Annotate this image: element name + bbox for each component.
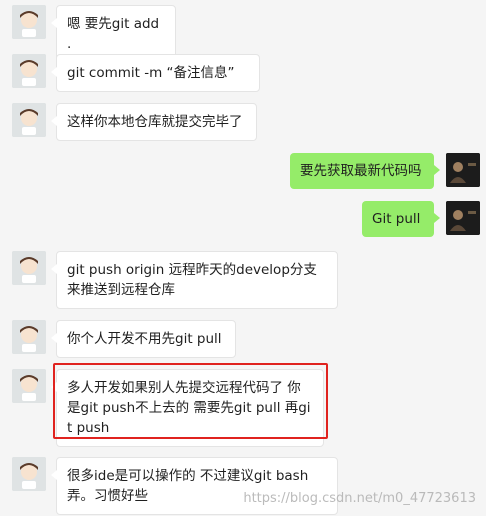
highlight-box (53, 363, 328, 439)
watermark: https://blog.csdn.net/m0_47723613 (243, 491, 476, 506)
avatar (446, 153, 480, 187)
chat-message: 你个人开发不用先git pull (51, 320, 236, 358)
chat-message: Git pull (362, 201, 440, 237)
avatar (12, 251, 46, 285)
avatar (12, 457, 46, 491)
avatar (12, 320, 46, 354)
avatar (12, 54, 46, 88)
avatar (12, 369, 46, 403)
chat-message: 这样你本地仓库就提交完毕了 (51, 103, 257, 141)
chat-message: 很多ide是可以操作的 不过建议git bash弄。习惯好些 (51, 457, 338, 515)
avatar (446, 201, 480, 235)
avatar (12, 103, 46, 137)
chat-message: git commit -m “备注信息” (51, 54, 260, 92)
chat-message: git push origin 远程昨天的develop分支 来推送到远程仓库 (51, 251, 338, 309)
chat-message: 要先获取最新代码吗 (290, 153, 440, 189)
avatar (12, 5, 46, 39)
